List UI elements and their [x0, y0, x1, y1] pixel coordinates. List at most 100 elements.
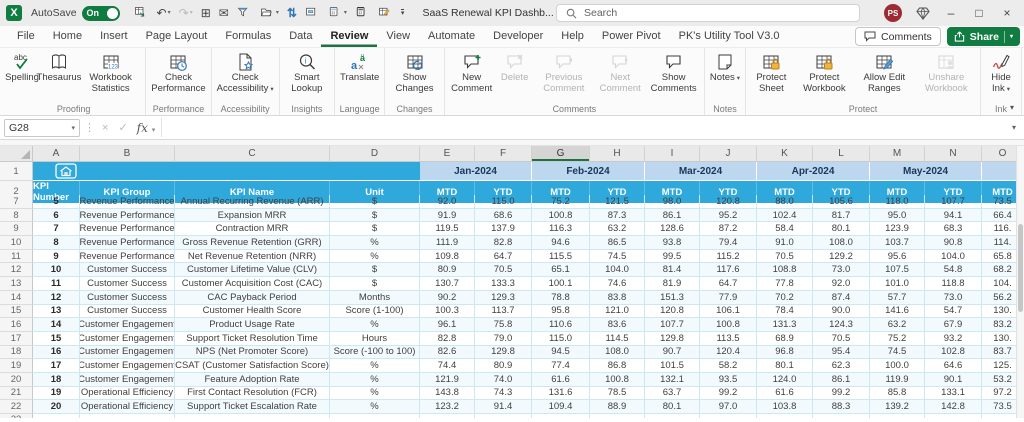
cell-kpi-name[interactable]: Support Ticket Resolution Time — [175, 331, 330, 346]
cell-value[interactable]: 73.0 — [925, 290, 982, 305]
cell-value[interactable]: 86.1 — [645, 208, 700, 223]
cell-value[interactable]: 118.0 — [870, 195, 925, 209]
cell-value[interactable]: 99.2 — [813, 386, 870, 401]
column-header-B[interactable]: B — [80, 146, 175, 162]
cell-value[interactable]: 74.0 — [475, 372, 532, 387]
home-navigation-cell[interactable] — [33, 162, 420, 181]
cell-value[interactable]: 107.7 — [925, 195, 982, 209]
cell-kpi-name[interactable]: Customer Lifetime Value (CLV) — [175, 263, 330, 278]
cell-value[interactable]: 90.8 — [925, 236, 982, 250]
cell-unit[interactable]: $ — [330, 277, 420, 291]
cell-value[interactable]: 121.5 — [590, 195, 645, 209]
cell-value[interactable]: 88.0 — [757, 195, 813, 209]
cell-value[interactable]: 137.9 — [475, 222, 532, 237]
cell-value[interactable]: 63.7 — [645, 386, 700, 401]
tab-developer[interactable]: Developer — [484, 26, 552, 47]
cell-value[interactable]: 78.8 — [532, 290, 590, 305]
cell-value[interactable]: 75.2 — [870, 331, 925, 346]
column-header-H[interactable]: H — [590, 146, 645, 162]
cell-value[interactable]: 94.1 — [925, 208, 982, 223]
avatar[interactable]: PS — [884, 4, 902, 22]
cell-value[interactable]: 113.5 — [700, 331, 757, 346]
cell-value[interactable]: 83.6 — [590, 318, 645, 332]
cell-value[interactable]: 100.1 — [532, 277, 590, 291]
cell-value[interactable]: 98.0 — [645, 195, 700, 209]
cell-value[interactable]: 100.8 — [590, 372, 645, 387]
expand-formula-bar-icon[interactable]: ▾ — [1004, 123, 1024, 132]
cell-value[interactable]: 121.0 — [590, 304, 645, 319]
cell-kpi-name[interactable]: Expansion MRR — [175, 208, 330, 223]
cell-value[interactable]: 118.8 — [925, 277, 982, 291]
cell-value[interactable]: 77.8 — [757, 277, 813, 291]
cell-kpi-group[interactable]: Operational Efficiency — [80, 400, 175, 414]
cell-value[interactable]: 132.1 — [645, 372, 700, 387]
cell-value[interactable]: 62.3 — [813, 359, 870, 373]
cell-unit[interactable]: Score (-100 to 100) — [330, 345, 420, 360]
cell-value[interactable]: 151.3 — [645, 290, 700, 305]
cell-value[interactable]: 73.0 — [813, 263, 870, 278]
row-header-10[interactable]: 10 — [0, 236, 33, 250]
month-header-may-2024[interactable]: May-2024 — [870, 162, 982, 181]
cell-value[interactable]: 93.2 — [925, 331, 982, 346]
comments-button[interactable]: Comments — [855, 27, 941, 46]
home-icon[interactable] — [55, 163, 77, 179]
cell-kpi-name[interactable]: Support Ticket Escalation Rate — [175, 400, 330, 414]
name-box[interactable]: G28 ▾ — [4, 118, 80, 137]
cell-unit[interactable]: $ — [330, 195, 420, 209]
cell-value[interactable]: 93.8 — [645, 236, 700, 250]
mail-icon[interactable]: ✉ — [216, 5, 232, 21]
cell-value[interactable]: 81.4 — [645, 263, 700, 278]
column-header-K[interactable]: K — [757, 146, 813, 162]
cell-value[interactable]: 91.4 — [475, 400, 532, 414]
cell-kpi-group[interactable]: Revenue Performance — [80, 208, 175, 223]
cell-value[interactable]: 128.6 — [645, 222, 700, 237]
cell-kpi-group[interactable]: Customer Engagement — [80, 359, 175, 373]
cell-value[interactable]: 113.7 — [475, 304, 532, 319]
cell-value[interactable]: 74.5 — [590, 249, 645, 264]
cell-value[interactable]: 70.2 — [757, 290, 813, 305]
row-header-9[interactable]: 9 — [0, 222, 33, 237]
cell-kpi-number[interactable]: 20 — [33, 400, 80, 414]
cell-kpi-group[interactable]: Customer Engagement — [80, 318, 175, 332]
cell-value[interactable]: 124.0 — [757, 372, 813, 387]
cell-value[interactable]: 102.4 — [757, 208, 813, 223]
cell-value[interactable]: 119.9 — [870, 372, 925, 387]
cell-unit[interactable]: % — [330, 249, 420, 264]
search-input[interactable]: Search — [556, 4, 860, 22]
cell-empty[interactable] — [590, 414, 645, 418]
autosave-toggle[interactable]: On — [81, 5, 120, 21]
tab-automate[interactable]: Automate — [419, 26, 484, 47]
column-header-N[interactable]: N — [925, 146, 982, 162]
cell-value[interactable]: 57.7 — [870, 290, 925, 305]
cell-value[interactable]: 95.6 — [870, 249, 925, 264]
cell-kpi-group[interactable]: Revenue Performance — [80, 236, 175, 250]
cell-value[interactable]: 78.5 — [590, 386, 645, 401]
cell-value[interactable]: 87.2 — [700, 222, 757, 237]
cell-value[interactable]: 101.0 — [870, 277, 925, 291]
cell-kpi-name[interactable]: CSAT (Customer Satisfaction Score) — [175, 359, 330, 373]
cell-value[interactable]: 96.8 — [757, 345, 813, 360]
protect-sheet-button[interactable]: Protect Sheet — [748, 48, 795, 103]
cell-value[interactable]: 120.8 — [645, 304, 700, 319]
cell-value[interactable]: 54.7 — [925, 304, 982, 319]
cell-value[interactable]: 68.6 — [475, 208, 532, 223]
vertical-scrollbar[interactable] — [1016, 146, 1024, 418]
allow-edit-ranges-button[interactable]: Allow Edit Ranges — [854, 48, 915, 103]
customize-qat-icon[interactable]: ▾ — [398, 8, 408, 18]
cell-value[interactable]: 70.5 — [757, 249, 813, 264]
cell-value[interactable]: 94.5 — [532, 345, 590, 360]
cell-kpi-group[interactable]: Customer Success — [80, 304, 175, 319]
cell-value[interactable]: 58.2 — [700, 359, 757, 373]
cell-value[interactable]: 103.8 — [757, 400, 813, 414]
select-all-corner[interactable] — [0, 146, 33, 162]
cell-value[interactable]: 120.8 — [700, 195, 757, 209]
row-header-23[interactable]: 23 — [0, 414, 33, 418]
row-header-14[interactable]: 14 — [0, 290, 33, 305]
tab-pk-s-utility-tool-v3-0[interactable]: PK's Utility Tool V3.0 — [670, 26, 789, 47]
month-header-apr-2024[interactable]: Apr-2024 — [757, 162, 870, 181]
cell-kpi-name[interactable]: Customer Health Score — [175, 304, 330, 319]
cell-value[interactable]: 54.8 — [925, 263, 982, 278]
cell-value[interactable]: 129.8 — [645, 331, 700, 346]
cell-value[interactable]: 104.0 — [590, 263, 645, 278]
column-header-A[interactable]: A — [33, 146, 80, 162]
